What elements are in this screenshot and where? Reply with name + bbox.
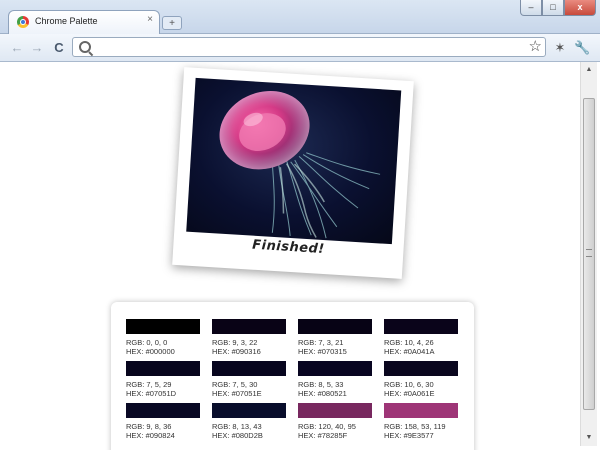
swatch-rgb-label: RGB: 10, 4, 26: [384, 338, 434, 347]
swatch-hex-label: HEX: #0A061E: [384, 389, 435, 398]
search-icon: [79, 41, 91, 53]
swatch-rgb-label: RGB: 158, 53, 119: [384, 422, 446, 431]
color-swatch[interactable]: [298, 319, 372, 334]
scrollbar-thumb[interactable]: [583, 98, 595, 410]
color-palette-card: RGB: 0, 0, 0 HEX: #000000 RGB: 9, 3, 22 HEX…: [111, 302, 474, 450]
color-swatch[interactable]: [126, 403, 200, 418]
swatch-hex-label: HEX: #78285F: [298, 431, 348, 440]
jellyfish-photo: [186, 77, 402, 245]
wrench-menu-icon[interactable]: 🔧: [574, 40, 590, 56]
page-viewport: Finished! RGB: 0, 0, 0 HEX: #000000 RGB: 9…: [0, 62, 580, 450]
swatch-rgb-label: RGB: 7, 3, 21: [298, 338, 344, 347]
scroll-down-arrow-icon[interactable]: ▼: [583, 432, 595, 444]
scrollbar-grip-icon: [586, 249, 592, 257]
swatch-hex-label: HEX: #07051E: [212, 389, 262, 398]
swatch-hex-label: HEX: #080D2B: [212, 431, 263, 440]
swatch-hex-label: HEX: #0A041A: [384, 347, 435, 356]
swatch-hex-label: HEX: #9E3577: [384, 431, 434, 440]
minimize-button[interactable]: –: [520, 0, 542, 16]
browser-toolbar: ← → C ☆ ✶ 🔧: [0, 34, 600, 62]
jellyfish-illustration: [219, 91, 381, 239]
swatch-rgb-label: RGB: 8, 5, 33: [298, 380, 344, 389]
color-swatch[interactable]: [384, 319, 458, 334]
color-swatch[interactable]: [126, 319, 200, 334]
swatch-hex-label: HEX: #07051D: [126, 389, 177, 398]
polaroid-frame: Finished!: [172, 67, 414, 279]
tab-title: Chrome Palette: [35, 16, 98, 26]
color-swatch[interactable]: [384, 361, 458, 376]
swatch-hex-label: HEX: #090316: [212, 347, 261, 356]
color-swatch[interactable]: [212, 361, 286, 376]
tab-close-icon[interactable]: ×: [147, 14, 153, 25]
swatch-rgb-label: RGB: 7, 5, 30: [212, 380, 258, 389]
swatch-hex-label: HEX: #090824: [126, 431, 175, 440]
color-swatch[interactable]: [126, 361, 200, 376]
color-swatch[interactable]: [384, 403, 458, 418]
reload-button[interactable]: C: [50, 39, 68, 57]
vertical-scrollbar[interactable]: ▲ ▼: [580, 62, 597, 446]
color-swatch[interactable]: [298, 403, 372, 418]
close-window-button[interactable]: x: [564, 0, 596, 16]
swatch-rgb-label: RGB: 9, 8, 36: [126, 422, 172, 431]
extension-icon[interactable]: ✶: [552, 40, 568, 56]
swatch-rgb-label: RGB: 9, 3, 22: [212, 338, 258, 347]
swatch-hex-label: HEX: #070315: [298, 347, 347, 356]
new-tab-button[interactable]: +: [162, 16, 182, 30]
scroll-up-arrow-icon[interactable]: ▲: [583, 64, 595, 76]
swatch-rgb-label: RGB: 7, 5, 29: [126, 380, 172, 389]
back-button[interactable]: ←: [8, 39, 26, 57]
address-bar[interactable]: ☆: [72, 37, 546, 57]
swatch-hex-label: HEX: #000000: [126, 347, 175, 356]
swatch-rgb-label: RGB: 120, 40, 95: [298, 422, 356, 431]
swatch-hex-label: HEX: #080521: [298, 389, 347, 398]
color-swatch[interactable]: [212, 319, 286, 334]
color-swatch[interactable]: [298, 361, 372, 376]
maximize-button[interactable]: □: [542, 0, 564, 16]
bookmark-star-icon[interactable]: ☆: [529, 38, 542, 56]
forward-button[interactable]: →: [28, 39, 46, 57]
swatch-rgb-label: RGB: 10, 6, 30: [384, 380, 434, 389]
tab-chrome-palette[interactable]: Chrome Palette ×: [8, 10, 160, 34]
chrome-favicon-icon: [17, 16, 29, 28]
title-bar: Chrome Palette × + – □ x: [0, 0, 600, 34]
swatch-rgb-label: RGB: 8, 13, 43: [212, 422, 262, 431]
color-swatch[interactable]: [212, 403, 286, 418]
swatch-rgb-label: RGB: 0, 0, 0: [126, 338, 168, 347]
